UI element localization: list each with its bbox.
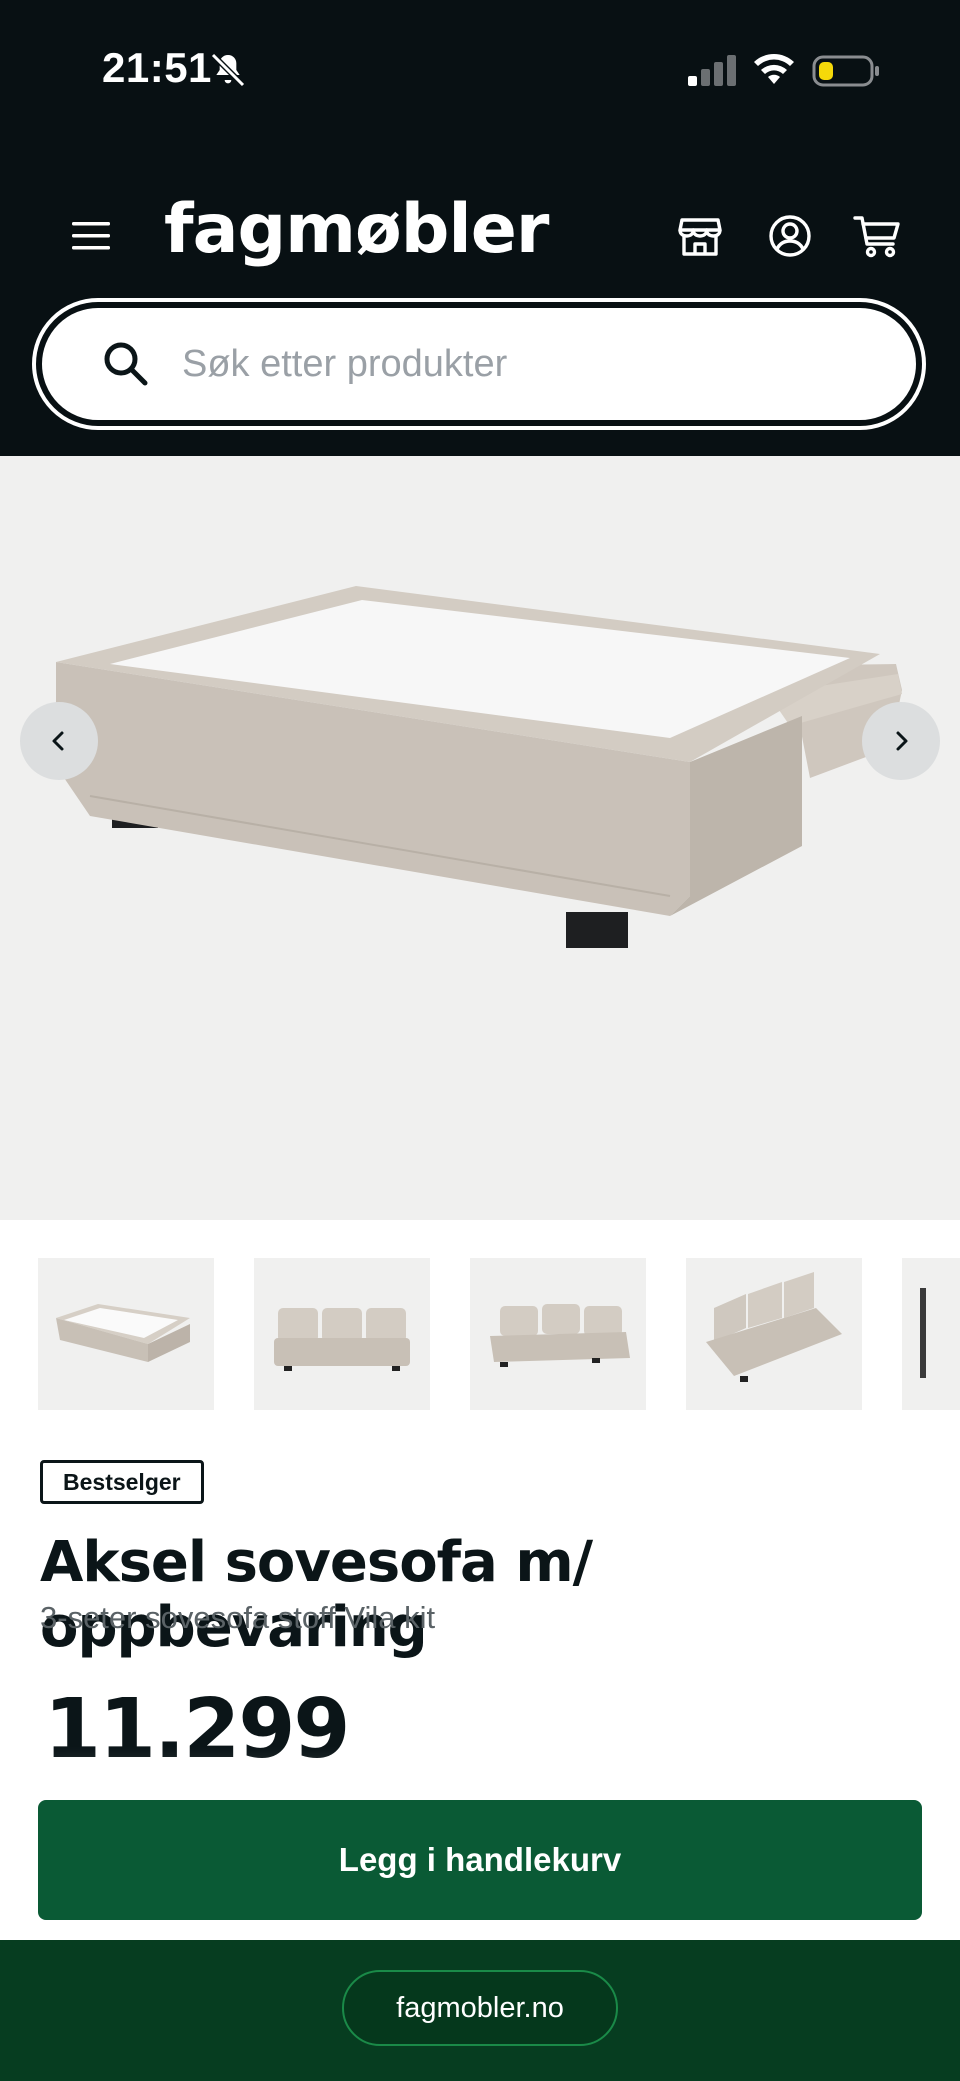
bestseller-badge: Bestselger <box>40 1460 204 1504</box>
product-price: 11.299 <box>44 1682 350 1777</box>
bell-slash-icon <box>210 52 246 88</box>
site-logo[interactable]: fagmøbler <box>164 190 549 269</box>
thumbnail-5[interactable] <box>902 1258 960 1410</box>
battery-icon <box>812 55 879 87</box>
status-time: 21:51 <box>102 44 212 91</box>
thumbnail-1[interactable] <box>38 1258 214 1410</box>
menu-icon[interactable] <box>70 218 114 254</box>
thumbnail-strip <box>38 1258 960 1410</box>
search-bar[interactable] <box>32 298 926 430</box>
product-image <box>56 586 902 948</box>
chevron-left-icon <box>52 731 64 751</box>
carousel-next-button[interactable] <box>862 702 940 780</box>
thumbnail-2[interactable] <box>254 1258 430 1410</box>
product-image-carousel[interactable] <box>0 456 960 1220</box>
url-pill[interactable]: fagmobler.no <box>342 1970 618 2046</box>
add-to-cart-button[interactable]: Legg i handlekurv <box>38 1800 922 1920</box>
cart-icon[interactable] <box>852 210 902 260</box>
store-icon[interactable] <box>676 212 724 260</box>
signal-icon <box>688 55 736 86</box>
thumbnail-3[interactable] <box>470 1258 646 1410</box>
wifi-icon <box>754 54 794 84</box>
chevron-right-icon <box>896 731 908 751</box>
thumbnail-image <box>490 1304 630 1367</box>
thumbnail-image <box>920 1288 926 1378</box>
product-title: Aksel sovesofa m/ oppbevaring <box>40 1530 593 1660</box>
thumbnail-image <box>274 1308 410 1371</box>
carousel-prev-button[interactable] <box>20 702 98 780</box>
header: 21:51 fagmøbler <box>0 0 960 456</box>
browser-url-bar: fagmobler.no <box>0 1940 960 2081</box>
user-icon[interactable] <box>766 212 814 260</box>
thumbnail-4[interactable] <box>686 1258 862 1410</box>
search-icon <box>104 342 148 386</box>
product-subtitle: 3-seter sovesofa stoff Vila kit <box>40 1600 436 1635</box>
search-input[interactable] <box>180 328 864 400</box>
thumbnail-image <box>706 1272 842 1382</box>
thumbnail-image <box>56 1304 190 1362</box>
